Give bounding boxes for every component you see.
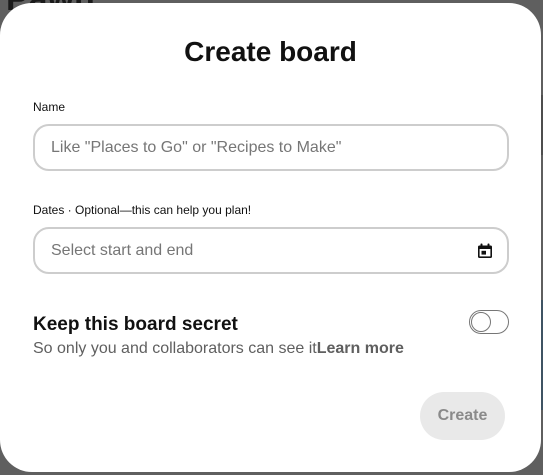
toggle-knob [471,312,491,332]
board-name-input[interactable] [33,124,509,171]
secret-board-description: So only you and collaborators can see it… [33,340,404,358]
calendar-icon[interactable] [477,243,493,259]
learn-more-link[interactable]: Learn more [317,340,404,357]
create-board-modal: Create board Name Dates · Optional—this … [0,3,541,472]
dates-field-label: Dates · Optional—this can help you plan! [33,203,252,217]
create-button[interactable]: Create [420,392,505,440]
secret-description-text: So only you and collaborators can see it [33,340,317,357]
secret-board-toggle[interactable] [469,310,509,334]
dates-picker-field[interactable]: Select start and end [33,227,509,274]
dates-placeholder: Select start and end [51,242,194,259]
secret-board-title: Keep this board secret [33,314,238,335]
modal-title: Create board [184,36,357,67]
name-field-label: Name [33,100,66,114]
